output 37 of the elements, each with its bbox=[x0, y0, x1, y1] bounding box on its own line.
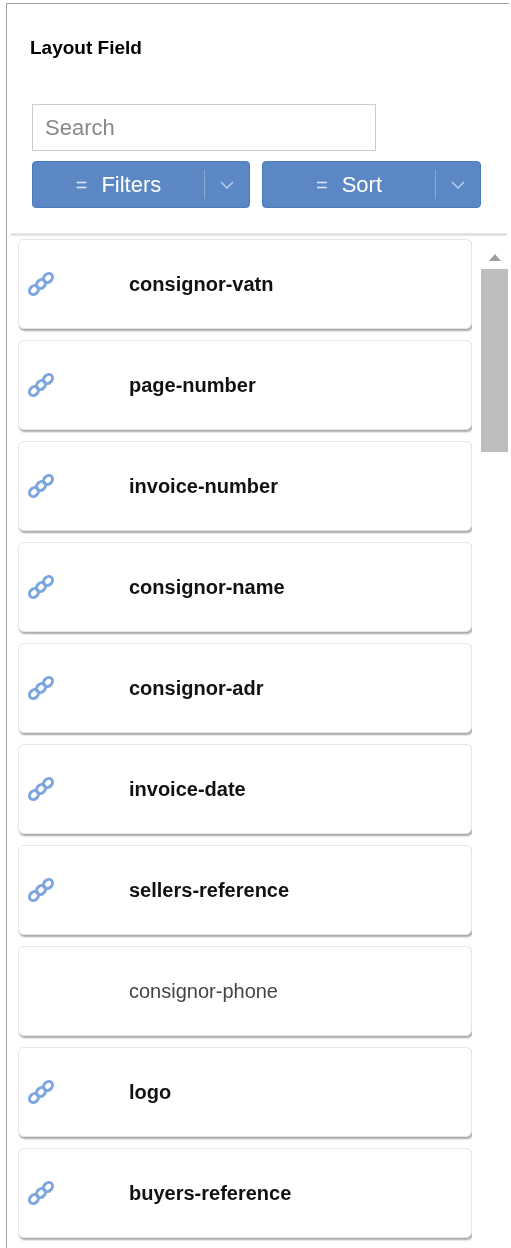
button-label: Filters bbox=[101, 171, 162, 199]
field-name: consignor-adr bbox=[129, 676, 264, 701]
link-icon bbox=[27, 271, 55, 297]
field-name: consignor-phone bbox=[129, 979, 278, 1004]
field-name: invoice-number bbox=[129, 474, 278, 499]
scroll-up-icon[interactable] bbox=[488, 254, 501, 261]
button-label: Sort bbox=[341, 171, 382, 199]
field-card[interactable]: consignor-name bbox=[18, 542, 472, 632]
link-icon bbox=[27, 473, 55, 499]
scrollbar-thumb[interactable] bbox=[481, 269, 508, 452]
link-icon bbox=[27, 675, 55, 701]
link-icon bbox=[27, 372, 55, 398]
field-card[interactable]: invoice-number bbox=[18, 441, 472, 531]
field-name: consignor-vatn bbox=[129, 272, 274, 297]
link-icon bbox=[27, 877, 55, 903]
link-icon bbox=[27, 1180, 55, 1206]
field-name: page-number bbox=[129, 373, 256, 398]
field-name: invoice-date bbox=[129, 777, 246, 802]
field-name: buyers-reference bbox=[129, 1181, 292, 1206]
field-name: logo bbox=[129, 1080, 172, 1105]
field-name: consignor-name bbox=[129, 575, 285, 600]
field-card[interactable]: consignor-adr bbox=[18, 643, 472, 733]
menu-icon: = bbox=[75, 169, 88, 200]
panel-title: Layout Field bbox=[30, 36, 142, 60]
field-card[interactable]: invoice-date bbox=[18, 744, 472, 834]
field-card[interactable]: page-number bbox=[18, 340, 472, 430]
field-name: sellers-reference bbox=[129, 878, 290, 903]
field-card[interactable]: logo bbox=[18, 1047, 472, 1137]
link-icon bbox=[27, 1079, 55, 1105]
link-icon bbox=[27, 574, 55, 600]
search-field[interactable]: Search bbox=[32, 104, 376, 151]
field-card[interactable]: buyers-reference bbox=[18, 1148, 472, 1238]
link-icon bbox=[27, 776, 55, 802]
menu-icon: = bbox=[315, 169, 328, 200]
field-card[interactable]: sellers-reference bbox=[18, 845, 472, 935]
field-card[interactable]: consignor-vatn bbox=[18, 239, 472, 329]
field-card[interactable]: consignor-phone bbox=[18, 946, 472, 1036]
